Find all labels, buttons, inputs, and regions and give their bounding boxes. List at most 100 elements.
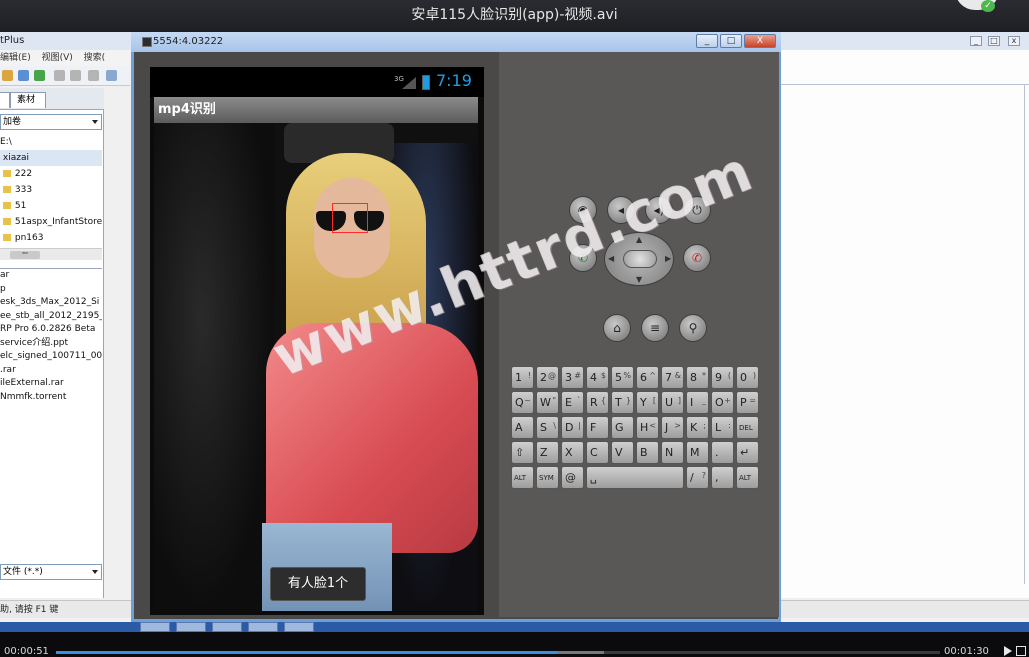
key-o[interactable]: O + [711, 391, 734, 414]
refresh-icon[interactable] [34, 70, 45, 81]
list-item[interactable]: .rar [0, 364, 102, 378]
taskbar-item[interactable] [248, 622, 278, 632]
seek-bar[interactable] [56, 651, 940, 654]
key-m[interactable]: M [686, 441, 709, 464]
key-9[interactable]: 9( [711, 366, 734, 389]
key-u[interactable]: U] [661, 391, 684, 414]
key-6[interactable]: 6 ^ [636, 366, 659, 389]
emulator-close-button[interactable]: X [744, 34, 776, 48]
tree-item[interactable]: pn163 [0, 230, 102, 246]
save-icon[interactable] [18, 70, 29, 81]
taskbar-item[interactable] [284, 622, 314, 632]
key-p[interactable]: P = [736, 391, 759, 414]
key-f[interactable]: F [586, 416, 609, 439]
key-.[interactable]: . [711, 441, 734, 464]
list-item[interactable]: RP Pro 6.0.2826 Beta [0, 323, 102, 337]
key-3[interactable]: 3 # [561, 366, 584, 389]
right-minimize-button[interactable]: _ [970, 36, 982, 46]
taskbar-item[interactable] [140, 622, 170, 632]
tree-item[interactable]: xiazai [0, 150, 102, 166]
menu-item-search[interactable]: 搜索( [84, 53, 106, 63]
end-call-button-icon[interactable]: ✆ [683, 244, 711, 272]
dpad-right-icon[interactable]: ▶ [665, 254, 671, 263]
copy-icon[interactable] [54, 70, 65, 81]
key-k[interactable]: K; [686, 416, 709, 439]
key-h[interactable]: H < [636, 416, 659, 439]
key-y[interactable]: Y[ [636, 391, 659, 414]
key-j[interactable]: J > [661, 416, 684, 439]
key-v[interactable]: V [611, 441, 634, 464]
fullscreen-icon[interactable] [1016, 646, 1026, 656]
key-x[interactable]: X [561, 441, 584, 464]
key-alt[interactable]: ALT [736, 466, 759, 489]
key-alt[interactable]: ALT [511, 466, 534, 489]
key-z[interactable]: Z [536, 441, 559, 464]
key-@[interactable]: @ [561, 466, 584, 489]
tree-item[interactable]: 51 [0, 198, 102, 214]
open-folder-icon[interactable] [2, 70, 13, 81]
taskbar-item[interactable] [212, 622, 242, 632]
tree-scrollbar[interactable]: ''' [0, 248, 102, 260]
key-n[interactable]: N [661, 441, 684, 464]
key-s[interactable]: S \ [536, 416, 559, 439]
list-item[interactable]: elc_signed_100711_002 [0, 350, 102, 364]
list-item[interactable]: ar [0, 269, 102, 283]
key-d[interactable]: D | [561, 416, 584, 439]
search-button-icon[interactable]: ⚲ [679, 314, 707, 342]
drive-select[interactable]: 加卷 [0, 114, 102, 130]
filter-icon[interactable] [88, 70, 99, 81]
key-2[interactable]: 2 @ [536, 366, 559, 389]
key-b[interactable]: B [636, 441, 659, 464]
menu-item-edit[interactable]: 编辑(E) [0, 53, 31, 63]
key-/[interactable]: /? [686, 466, 709, 489]
next-icon[interactable] [1004, 646, 1012, 656]
list-item[interactable]: service介绍.ppt [0, 337, 102, 351]
key-1[interactable]: 1! [511, 366, 534, 389]
tree-item[interactable]: E:\ [0, 134, 102, 150]
paste-icon[interactable] [70, 70, 81, 81]
view-icon[interactable] [106, 70, 117, 81]
emulator-maximize-button[interactable]: □ [720, 34, 742, 48]
key-t[interactable]: T} [611, 391, 634, 414]
list-item[interactable]: p [0, 283, 102, 297]
key-c[interactable]: C [586, 441, 609, 464]
scrollbar-thumb[interactable]: ''' [10, 251, 40, 259]
menu-button-icon[interactable]: ≡ [641, 314, 669, 342]
tree-item[interactable]: 51aspx_InfantStore3 [0, 214, 102, 230]
key-g[interactable]: G [611, 416, 634, 439]
key-q[interactable]: Q ~ [511, 391, 534, 414]
key-space[interactable]: ␣ [586, 466, 684, 489]
key-r[interactable]: R{ [586, 391, 609, 414]
key-a[interactable]: A [511, 416, 534, 439]
dpad-down-icon[interactable]: ▼ [636, 275, 642, 284]
key-⇧[interactable]: ⇧ [511, 441, 534, 464]
home-button-icon[interactable]: ⌂ [603, 314, 631, 342]
tree-item[interactable]: 333 [0, 182, 102, 198]
key-4[interactable]: 4 $ [586, 366, 609, 389]
key-↵[interactable]: ↵ [736, 441, 759, 464]
file-type-filter-select[interactable]: 文件 (*.*) [0, 564, 102, 580]
menu-item-view[interactable]: 视图(V) [42, 53, 73, 63]
tree-item[interactable]: 222 [0, 166, 102, 182]
key-del[interactable]: DEL [736, 416, 759, 439]
list-item[interactable]: Nmmfk.torrent [0, 391, 102, 405]
emulator-minimize-button[interactable]: _ [696, 34, 718, 48]
key-e[interactable]: E ` [561, 391, 584, 414]
key-l[interactable]: L: [711, 416, 734, 439]
key-5[interactable]: 5% [611, 366, 634, 389]
list-item[interactable]: esk_3ds_Max_2012_Si [0, 296, 102, 310]
key-8[interactable]: 8 * [686, 366, 709, 389]
right-maximize-button[interactable]: □ [988, 36, 1000, 46]
key-7[interactable]: 7 & [661, 366, 684, 389]
tab-browse[interactable] [0, 92, 10, 108]
key-w[interactable]: W " [536, 391, 559, 414]
key-i[interactable]: I _ [686, 391, 709, 414]
key-0[interactable]: 0) [736, 366, 759, 389]
taskbar-item[interactable] [176, 622, 206, 632]
tab-material[interactable]: 素材 [10, 92, 46, 108]
list-item[interactable]: ee_stb_all_2012_2195_ [0, 310, 102, 324]
right-close-button[interactable]: x [1008, 36, 1020, 46]
list-item[interactable]: ileExternal.rar [0, 377, 102, 391]
key-,[interactable]: , [711, 466, 734, 489]
key-sym[interactable]: SYM [536, 466, 559, 489]
